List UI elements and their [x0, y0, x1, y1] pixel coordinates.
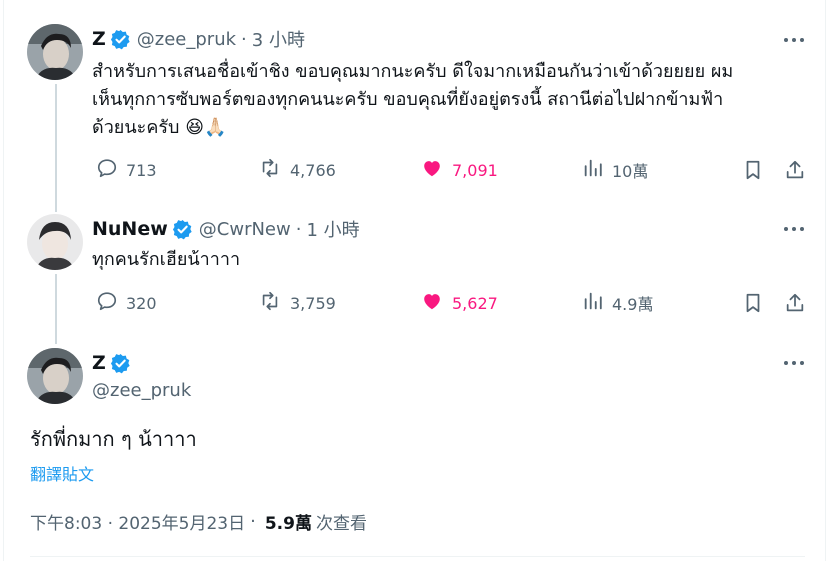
- user-handle[interactable]: @zee_pruk: [92, 380, 191, 401]
- tweet-thread: Z @zee_pruk · 3 小時 สำหรับการเสนอชื่อเข้า…: [3, 0, 826, 561]
- heart-icon: [420, 157, 444, 183]
- separator: ·: [250, 511, 256, 532]
- tweet-text: รักพี่กมาก ๆ น้าาาา: [30, 427, 197, 451]
- avatar[interactable]: [27, 24, 83, 80]
- more-icon[interactable]: [779, 216, 809, 242]
- repost-count: 3,759: [290, 293, 336, 313]
- tweet-text-line: สำหรับการเสนอชื่อเข้าชิง ขอบคุณมากนะครับ…: [92, 61, 734, 82]
- user-handle[interactable]: @CwrNew: [199, 219, 291, 240]
- like-button[interactable]: 7,091: [420, 155, 498, 185]
- tweet-actions: 713 4,766 7,091 10萬: [96, 155, 816, 185]
- view-count: 4.9萬: [612, 295, 654, 314]
- tweet-time[interactable]: 1 小時: [306, 216, 359, 242]
- views-button[interactable]: 10萬: [582, 155, 648, 185]
- tweet-header: NuNew @CwrNew · 1 小時: [92, 216, 360, 242]
- avatar[interactable]: [27, 348, 83, 404]
- reply-count: 320: [126, 293, 157, 313]
- separator: ·: [295, 218, 302, 240]
- translate-link[interactable]: 翻譯貼文: [30, 461, 94, 485]
- repost-icon: [258, 290, 282, 316]
- verified-badge-icon: [110, 29, 131, 50]
- views-icon: [582, 290, 604, 316]
- more-icon[interactable]: [779, 350, 809, 376]
- tweet-header: Z @zee_pruk · 3 小時: [92, 26, 305, 52]
- handle-row: @zee_pruk: [92, 377, 191, 403]
- repost-icon: [258, 157, 282, 183]
- tweet-text-line: เห็นทุกการซับพอร์ตของทุกคนนะครับ ขอบคุณท…: [92, 89, 724, 110]
- reply-icon: [96, 290, 118, 316]
- display-name[interactable]: NuNew: [92, 218, 168, 240]
- verified-badge-icon: [110, 353, 131, 374]
- emoji: 😆🙏🏻: [185, 117, 227, 138]
- tweet-text-line: ด้วยนะครับ 😆🙏🏻: [92, 114, 792, 142]
- views-button[interactable]: 4.9萬: [582, 288, 653, 318]
- reply-icon: [96, 157, 118, 183]
- like-button[interactable]: 5,627: [420, 288, 498, 318]
- tweet-text: ทุกคนรักเฮียน้าาาา: [92, 249, 241, 270]
- heart-icon: [420, 290, 444, 316]
- separator: ·: [241, 28, 247, 50]
- thread-line: [55, 84, 57, 212]
- repost-button[interactable]: 3,759: [258, 288, 336, 318]
- tweet-actions: 320 3,759 5,627 4.9萬: [96, 288, 816, 318]
- tweet-text: สำหรับการเสนอชื่อเข้าชิง ขอบคุณมากนะครับ…: [92, 58, 792, 142]
- thread-line: [55, 274, 57, 344]
- tweet-text-segment: ด้วยนะครับ: [92, 117, 180, 138]
- verified-badge-icon: [172, 219, 193, 240]
- repost-count: 4,766: [290, 160, 336, 180]
- share-icon[interactable]: [784, 155, 806, 185]
- bookmark-icon[interactable]: [742, 288, 764, 318]
- divider: [30, 556, 805, 557]
- reply-button[interactable]: 713: [96, 155, 157, 185]
- avatar[interactable]: [27, 214, 83, 270]
- bookmark-icon[interactable]: [742, 155, 764, 185]
- tweet-meta: 下午8:03 · 2025年5月23日 · 5.9萬 次查看: [30, 509, 367, 534]
- display-name[interactable]: Z: [92, 28, 106, 50]
- tweet-header: Z: [92, 350, 137, 376]
- view-count: 10萬: [612, 162, 649, 181]
- tweet-time[interactable]: 3 小時: [252, 26, 305, 52]
- share-icon[interactable]: [784, 288, 806, 318]
- more-icon[interactable]: [779, 27, 809, 53]
- tweet-timestamp[interactable]: 下午8:03 · 2025年5月23日: [30, 509, 245, 534]
- views-icon: [582, 157, 604, 183]
- like-count: 5,627: [452, 293, 498, 313]
- like-count: 7,091: [452, 160, 498, 180]
- reply-count: 713: [126, 160, 157, 180]
- view-count: 5.9萬: [264, 514, 312, 534]
- views-label: 次查看: [315, 514, 367, 534]
- reply-button[interactable]: 320: [96, 288, 157, 318]
- repost-button[interactable]: 4,766: [258, 155, 336, 185]
- display-name[interactable]: Z: [92, 352, 106, 374]
- user-handle[interactable]: @zee_pruk: [137, 29, 236, 50]
